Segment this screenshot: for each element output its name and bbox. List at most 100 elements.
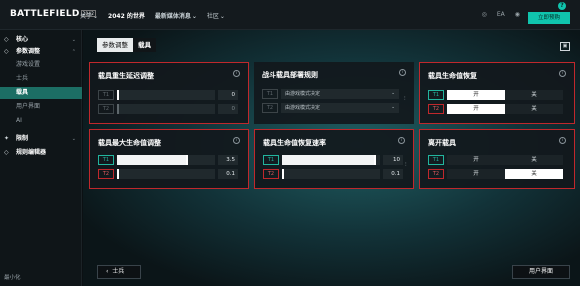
team2-tag: T2 xyxy=(98,104,114,114)
team2-tag: T2 xyxy=(428,169,444,179)
deploy-t2-select[interactable]: 由游戏模式决定 ⌄ xyxy=(281,103,399,113)
ea-icon[interactable]: EA xyxy=(497,11,505,18)
maxhp-t2-value[interactable]: 0.1 xyxy=(218,169,238,179)
team1-tag: T1 xyxy=(98,155,114,165)
panel-vehicle-heal: 载具生命值恢复 i T1 开 关 T2 开 关 xyxy=(419,62,575,124)
respawn-t1-value[interactable]: 0 xyxy=(218,90,238,100)
sidebar-item-ai[interactable]: AI xyxy=(0,115,82,127)
maxhp-t2-slider[interactable] xyxy=(117,169,215,179)
toggle-on[interactable]: 开 xyxy=(447,169,505,179)
sidebar-item-ui[interactable]: 用户界面 xyxy=(0,101,82,113)
slider-thumb[interactable] xyxy=(185,155,188,165)
nav-media[interactable]: 最新媒体消息⌄ xyxy=(155,11,197,20)
sidebar: ◇ 核心 ⌄ ◇ 参数调整 ⌃ 游戏设置 士兵 载具 用户界面 AI ✦ 限制 … xyxy=(0,30,82,286)
globe-icon[interactable]: ◎ xyxy=(482,11,487,18)
panel-title: 离开载具 xyxy=(428,139,456,147)
sidebar-item-rules-editor[interactable]: ◇ 规则编辑器 xyxy=(0,147,82,159)
regen-t2-slider[interactable] xyxy=(282,169,380,179)
slider-thumb[interactable] xyxy=(117,90,119,100)
team2-tag: T2 xyxy=(428,104,444,114)
slider-thumb[interactable] xyxy=(117,169,119,179)
info-icon[interactable]: i xyxy=(398,137,405,144)
team1-tag: T1 xyxy=(428,155,444,165)
info-icon[interactable]: i xyxy=(233,70,240,77)
next-button[interactable]: 用户界面 xyxy=(512,265,570,279)
toggle-off[interactable]: 关 xyxy=(505,169,563,179)
link-icon[interactable]: ⫶ xyxy=(405,161,407,169)
top-bar: BATTLEFIELD 2042 关于⌄ 2042 的世界 最新媒体消息⌄ 社区⌄… xyxy=(0,0,580,30)
toggle-off[interactable]: 关 xyxy=(505,90,563,100)
slider-fill xyxy=(282,155,377,165)
info-icon[interactable]: i xyxy=(399,69,406,76)
panel-title: 载具生命值恢复速率 xyxy=(263,139,326,147)
panel-title: 载具最大生命值调整 xyxy=(98,139,161,147)
toggle-on[interactable]: 开 xyxy=(447,104,505,114)
sidebar-item-game-settings[interactable]: 游戏设置 xyxy=(0,59,82,71)
respawn-t1-slider[interactable] xyxy=(117,90,215,100)
panel-title: 载具生命值恢复 xyxy=(428,72,477,80)
slider-fill xyxy=(117,155,188,165)
leave-t1-toggle[interactable]: 开 关 xyxy=(447,155,563,165)
panel-vehicle-max-hp: 载具最大生命值调整 i T1 3.5 T2 0.1 xyxy=(89,129,249,189)
minimize-button[interactable]: 最小化 xyxy=(4,273,21,281)
team1-tag: T1 xyxy=(98,90,114,100)
slider-thumb[interactable] xyxy=(374,155,377,165)
back-button[interactable]: ‹ 士兵 xyxy=(97,265,141,279)
maxhp-t1-slider[interactable] xyxy=(117,155,215,165)
nav-community[interactable]: 社区⌄ xyxy=(207,11,225,20)
sidebar-item-soldier[interactable]: 士兵 xyxy=(0,73,82,85)
team2-tag: T2 xyxy=(98,169,114,179)
team2-tag: T2 xyxy=(262,103,278,113)
deploy-t1-select[interactable]: 由游戏模式决定 ⌄ xyxy=(281,89,399,99)
main-content: 参数调整 载具 ▣ 载具重生延迟调整 i T1 0 T2 0 战斗载具部署规则 … xyxy=(83,30,580,286)
sidebar-item-core[interactable]: ◇ 核心 ⌄ xyxy=(0,34,82,46)
heal-t2-toggle[interactable]: 开 关 xyxy=(447,104,563,114)
preorder-button[interactable]: 立即预购 xyxy=(528,12,570,24)
breadcrumb-parent[interactable]: 参数调整 xyxy=(97,38,133,52)
chevron-down-icon: ⌄ xyxy=(93,13,99,20)
toggle-on[interactable]: 开 xyxy=(447,155,505,165)
help-icon[interactable]: ? xyxy=(558,2,566,10)
chevron-down-icon: ⌄ xyxy=(71,136,76,142)
regen-t2-value[interactable]: 0.1 xyxy=(383,169,403,179)
diamond-icon: ◇ xyxy=(4,149,9,156)
chevron-down-icon: ⌄ xyxy=(191,13,197,20)
info-icon[interactable]: i xyxy=(559,137,566,144)
regen-t1-slider[interactable] xyxy=(282,155,380,165)
toggle-off[interactable]: 关 xyxy=(505,104,563,114)
nav-world[interactable]: 2042 的世界 xyxy=(108,11,145,20)
team1-tag: T1 xyxy=(262,89,278,99)
diamond-icon: ◇ xyxy=(4,48,9,55)
toggle-off[interactable]: 关 xyxy=(505,155,563,165)
slider-thumb[interactable] xyxy=(117,104,119,114)
gift-icon[interactable]: ▣ xyxy=(560,42,570,51)
team2-tag: T2 xyxy=(263,169,279,179)
nav-about[interactable]: 关于⌄ xyxy=(80,11,98,20)
panel-deploy-rules: 战斗载具部署规则 i T1 由游戏模式决定 ⌄ T2 由游戏模式决定 ⌄ ⫶ xyxy=(254,62,414,124)
chevron-down-icon: ⌄ xyxy=(219,13,225,20)
leave-t2-toggle[interactable]: 开 关 xyxy=(447,169,563,179)
chevron-left-icon: ‹ xyxy=(106,268,109,275)
maxhp-t1-value[interactable]: 3.5 xyxy=(218,155,238,165)
top-nav: 关于⌄ 2042 的世界 最新媒体消息⌄ 社区⌄ xyxy=(80,11,225,20)
link-icon[interactable]: ⫶ xyxy=(404,95,406,103)
respawn-t2-value[interactable]: 0 xyxy=(218,104,238,114)
user-icon[interactable]: ◉ xyxy=(515,11,520,18)
respawn-t2-slider[interactable] xyxy=(117,104,215,114)
info-icon[interactable]: i xyxy=(559,70,566,77)
heal-t1-toggle[interactable]: 开 关 xyxy=(447,90,563,100)
sidebar-item-tuning[interactable]: ◇ 参数调整 ⌃ xyxy=(0,46,82,58)
chevron-up-icon: ⌃ xyxy=(71,49,76,55)
chevron-down-icon: ⌄ xyxy=(391,91,395,96)
toggle-on[interactable]: 开 xyxy=(447,90,505,100)
panel-vehicle-respawn: 载具重生延迟调整 i T1 0 T2 0 xyxy=(89,62,249,124)
diamond-icon: ◇ xyxy=(4,36,9,43)
sidebar-item-vehicle[interactable]: 载具 xyxy=(0,87,82,99)
slider-thumb[interactable] xyxy=(282,169,284,179)
regen-t1-value[interactable]: 10 xyxy=(383,155,403,165)
info-icon[interactable]: i xyxy=(233,137,240,144)
breadcrumb: 参数调整 载具 xyxy=(97,38,156,52)
sidebar-item-restrictions[interactable]: ✦ 限制 ⌄ xyxy=(0,133,82,145)
breadcrumb-current: 载具 xyxy=(133,38,156,52)
team1-tag: T1 xyxy=(428,90,444,100)
